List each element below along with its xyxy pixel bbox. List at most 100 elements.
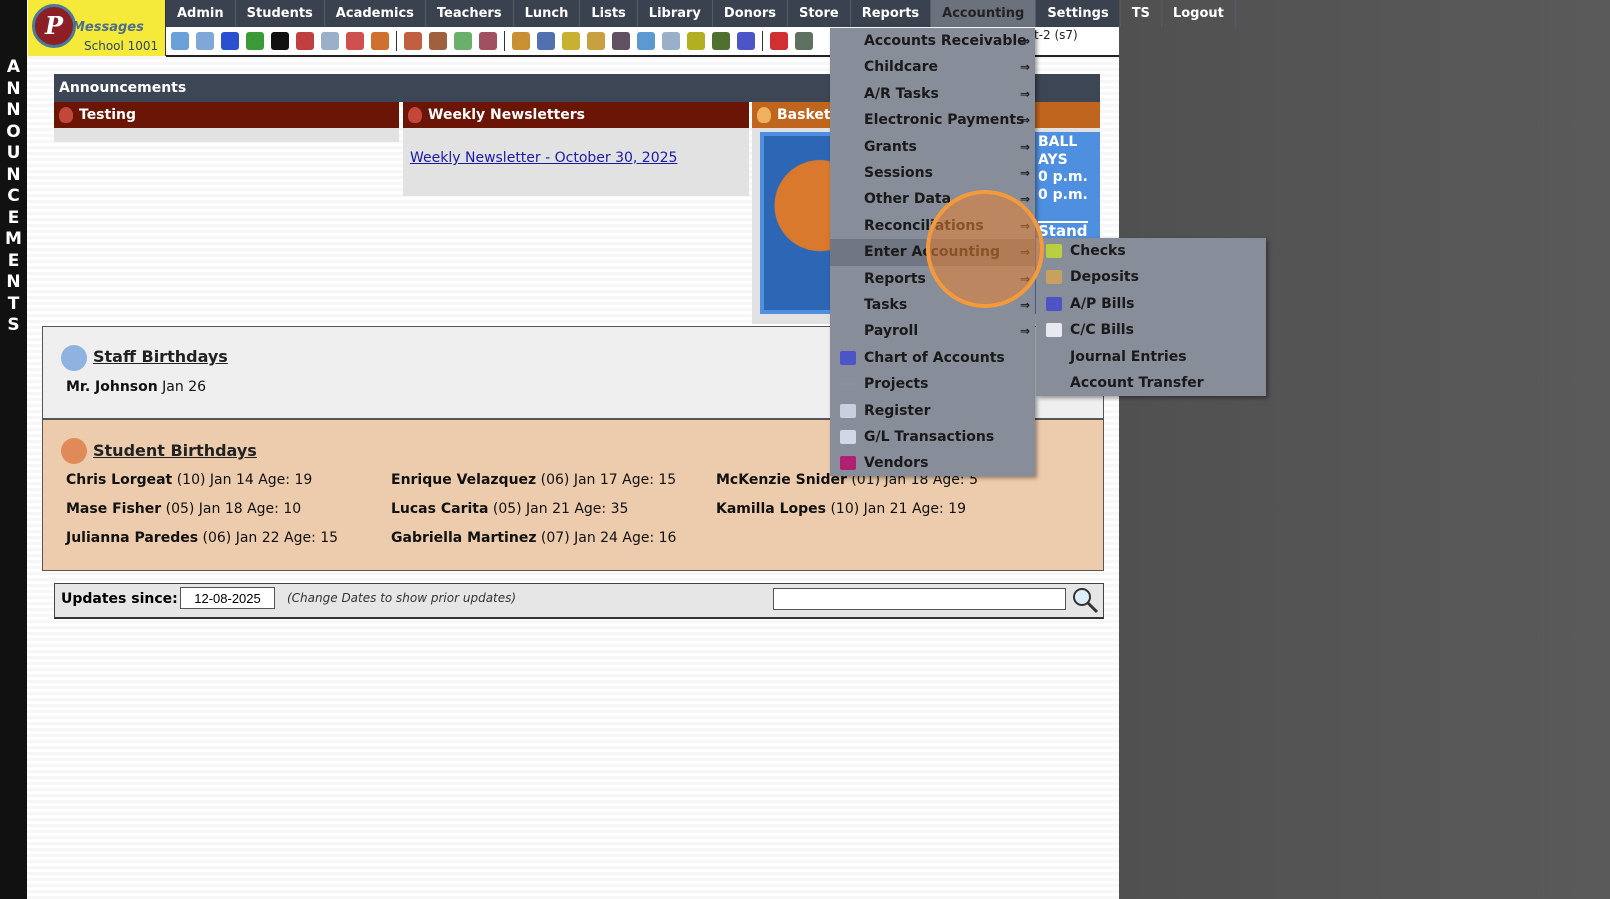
toolbar-icon[interactable]: [221, 32, 239, 50]
submenu-arrow-icon: ⇒: [1019, 113, 1030, 128]
menu-item-label: Grants: [864, 138, 917, 155]
updates-date-input[interactable]: [180, 587, 275, 609]
poster-line: AYS: [1038, 151, 1068, 168]
submenu-item-label: A/P Bills: [1070, 295, 1135, 312]
nav-teachers[interactable]: Teachers: [426, 0, 514, 27]
announcements-vertical-label: ANNOUNCEMENTS: [0, 0, 27, 899]
entry-name: Enrique Velazquez: [391, 472, 537, 488]
toolbar-icon[interactable]: [737, 32, 755, 50]
nav-admin[interactable]: Admin: [166, 0, 236, 27]
menu-item-sessions[interactable]: Sessions ⇒: [830, 160, 1035, 186]
toolbar-icon[interactable]: [479, 32, 497, 50]
nav-logout[interactable]: Logout: [1162, 0, 1236, 27]
submenu-item-journal-entries[interactable]: Journal Entries: [1036, 344, 1266, 370]
toolbar-icon[interactable]: [171, 32, 189, 50]
entry-name: Kamilla Lopes: [716, 501, 826, 517]
toolbar-icon[interactable]: [662, 32, 680, 50]
toolbar-icon[interactable]: [795, 32, 813, 50]
toolbar-icon[interactable]: [321, 32, 339, 50]
toolbar-icon[interactable]: [346, 32, 364, 50]
updates-hint: (Change Dates to show prior updates): [287, 591, 517, 605]
menu-item-grants[interactable]: Grants ⇒: [830, 134, 1035, 160]
toolbar-icon[interactable]: [271, 32, 289, 50]
toolbar-icon[interactable]: [770, 32, 788, 50]
nav-donors[interactable]: Donors: [713, 0, 788, 27]
menu-item-a-r-tasks[interactable]: A/R Tasks ⇒: [830, 81, 1035, 107]
entry-name: Julianna Paredes: [66, 530, 199, 546]
menu-item-icon: [840, 377, 856, 392]
submenu-arrow-icon: ⇒: [1019, 324, 1030, 339]
toolbar-icon[interactable]: [429, 32, 447, 50]
menu-item-label: Vendors: [864, 455, 929, 472]
submenu-item-deposits[interactable]: Deposits: [1036, 264, 1266, 290]
newsletter-link[interactable]: Weekly Newsletter - October 30, 2025: [410, 150, 677, 166]
menu-item-chart-of-accounts[interactable]: Chart of Accounts: [830, 345, 1035, 371]
toolbar-icon[interactable]: [454, 32, 472, 50]
search-icon[interactable]: [1071, 586, 1099, 614]
nav-lists[interactable]: Lists: [580, 0, 638, 27]
submenu-item-icon: [1046, 296, 1062, 311]
menu-item-label: Payroll: [864, 323, 919, 340]
toolbar-icon[interactable]: [246, 32, 264, 50]
toolbar-icon[interactable]: [612, 32, 630, 50]
toolbar-separator: [396, 31, 397, 51]
toolbar-icon[interactable]: [196, 32, 214, 50]
menu-item-register[interactable]: Register: [830, 398, 1035, 424]
submenu-item-account-transfer[interactable]: Account Transfer: [1036, 370, 1266, 396]
click-highlight-circle: [926, 190, 1044, 308]
toolbar-icon[interactable]: [512, 32, 530, 50]
menu-item-icon: [840, 350, 856, 365]
nav-accounting[interactable]: Accounting: [931, 0, 1037, 27]
nav-reports[interactable]: Reports: [851, 0, 932, 27]
logo[interactable]: P Messages School 1001: [28, 0, 166, 56]
nav-library[interactable]: Library: [638, 0, 713, 27]
staff-birthday-entry: Mr. Johnson Jan 26: [66, 379, 206, 395]
pin-icon: [408, 107, 422, 123]
menu-item-childcare[interactable]: Childcare ⇒: [830, 54, 1035, 80]
submenu-item-c-c-bills[interactable]: C/C Bills: [1036, 317, 1266, 343]
toolbar-icon[interactable]: [712, 32, 730, 50]
entry-info: (06) Jan 17 Age: 15: [540, 472, 677, 488]
toolbar-icon[interactable]: [371, 32, 389, 50]
toolbar-icon[interactable]: [637, 32, 655, 50]
nav-settings[interactable]: Settings: [1036, 0, 1121, 27]
nav-store[interactable]: Store: [788, 0, 851, 27]
nav-students[interactable]: Students: [236, 0, 325, 27]
submenu-item-checks[interactable]: Checks: [1036, 238, 1266, 264]
menu-item-label: A/R Tasks: [864, 85, 939, 102]
nav-lunch[interactable]: Lunch: [514, 0, 581, 27]
submenu-item-a-p-bills[interactable]: A/P Bills: [1036, 291, 1266, 317]
toolbar-icon[interactable]: [537, 32, 555, 50]
letter: M: [5, 229, 22, 249]
menu-item-projects[interactable]: Projects: [830, 371, 1035, 397]
submenu-item-icon: [1046, 244, 1062, 258]
submenu-item-label: Checks: [1070, 243, 1126, 259]
column-title: Testing: [79, 107, 136, 123]
submenu-arrow-icon: ⇒: [1019, 298, 1030, 312]
menu-item-electronic-payments[interactable]: Electronic Payments ⇒: [830, 107, 1035, 133]
student-birthdays-title[interactable]: Student Birthdays: [93, 441, 257, 460]
nav-academics[interactable]: Academics: [325, 0, 426, 27]
menu-item-label: Reports: [864, 270, 926, 287]
search-input[interactable]: [773, 588, 1066, 610]
menu-item-vendors[interactable]: Vendors: [830, 450, 1035, 476]
menu-item-label: Accounts Receivable: [864, 33, 1027, 49]
updates-bar: Updates since: (Change Dates to show pri…: [54, 583, 1104, 619]
main-nav: Admin Students Academics Teachers Lunch Lists…: [166, 0, 1236, 27]
toolbar-icon[interactable]: [296, 32, 314, 50]
toolbar-icon[interactable]: [687, 32, 705, 50]
nav-ts[interactable]: TS: [1121, 0, 1162, 27]
toolbar-icon[interactable]: [404, 32, 422, 50]
menu-item-g-l-transactions[interactable]: G/L Transactions: [830, 424, 1035, 450]
user-info: t-2 (s7): [1034, 28, 1078, 42]
toolbar-icon[interactable]: [562, 32, 580, 50]
staff-birthdays-title[interactable]: Staff Birthdays: [93, 347, 228, 366]
menu-item-icon: [840, 403, 856, 418]
menu-item-accounts-receivable[interactable]: Accounts Receivable ⇒: [830, 28, 1035, 54]
entry-name: Lucas Carita: [391, 501, 489, 517]
menu-item-payroll[interactable]: Payroll ⇒: [830, 318, 1035, 344]
column-title: Weekly Newsletters: [428, 107, 585, 123]
letter: N: [6, 100, 21, 120]
submenu-item-label: Deposits: [1070, 269, 1139, 286]
toolbar-icon[interactable]: [587, 32, 605, 50]
